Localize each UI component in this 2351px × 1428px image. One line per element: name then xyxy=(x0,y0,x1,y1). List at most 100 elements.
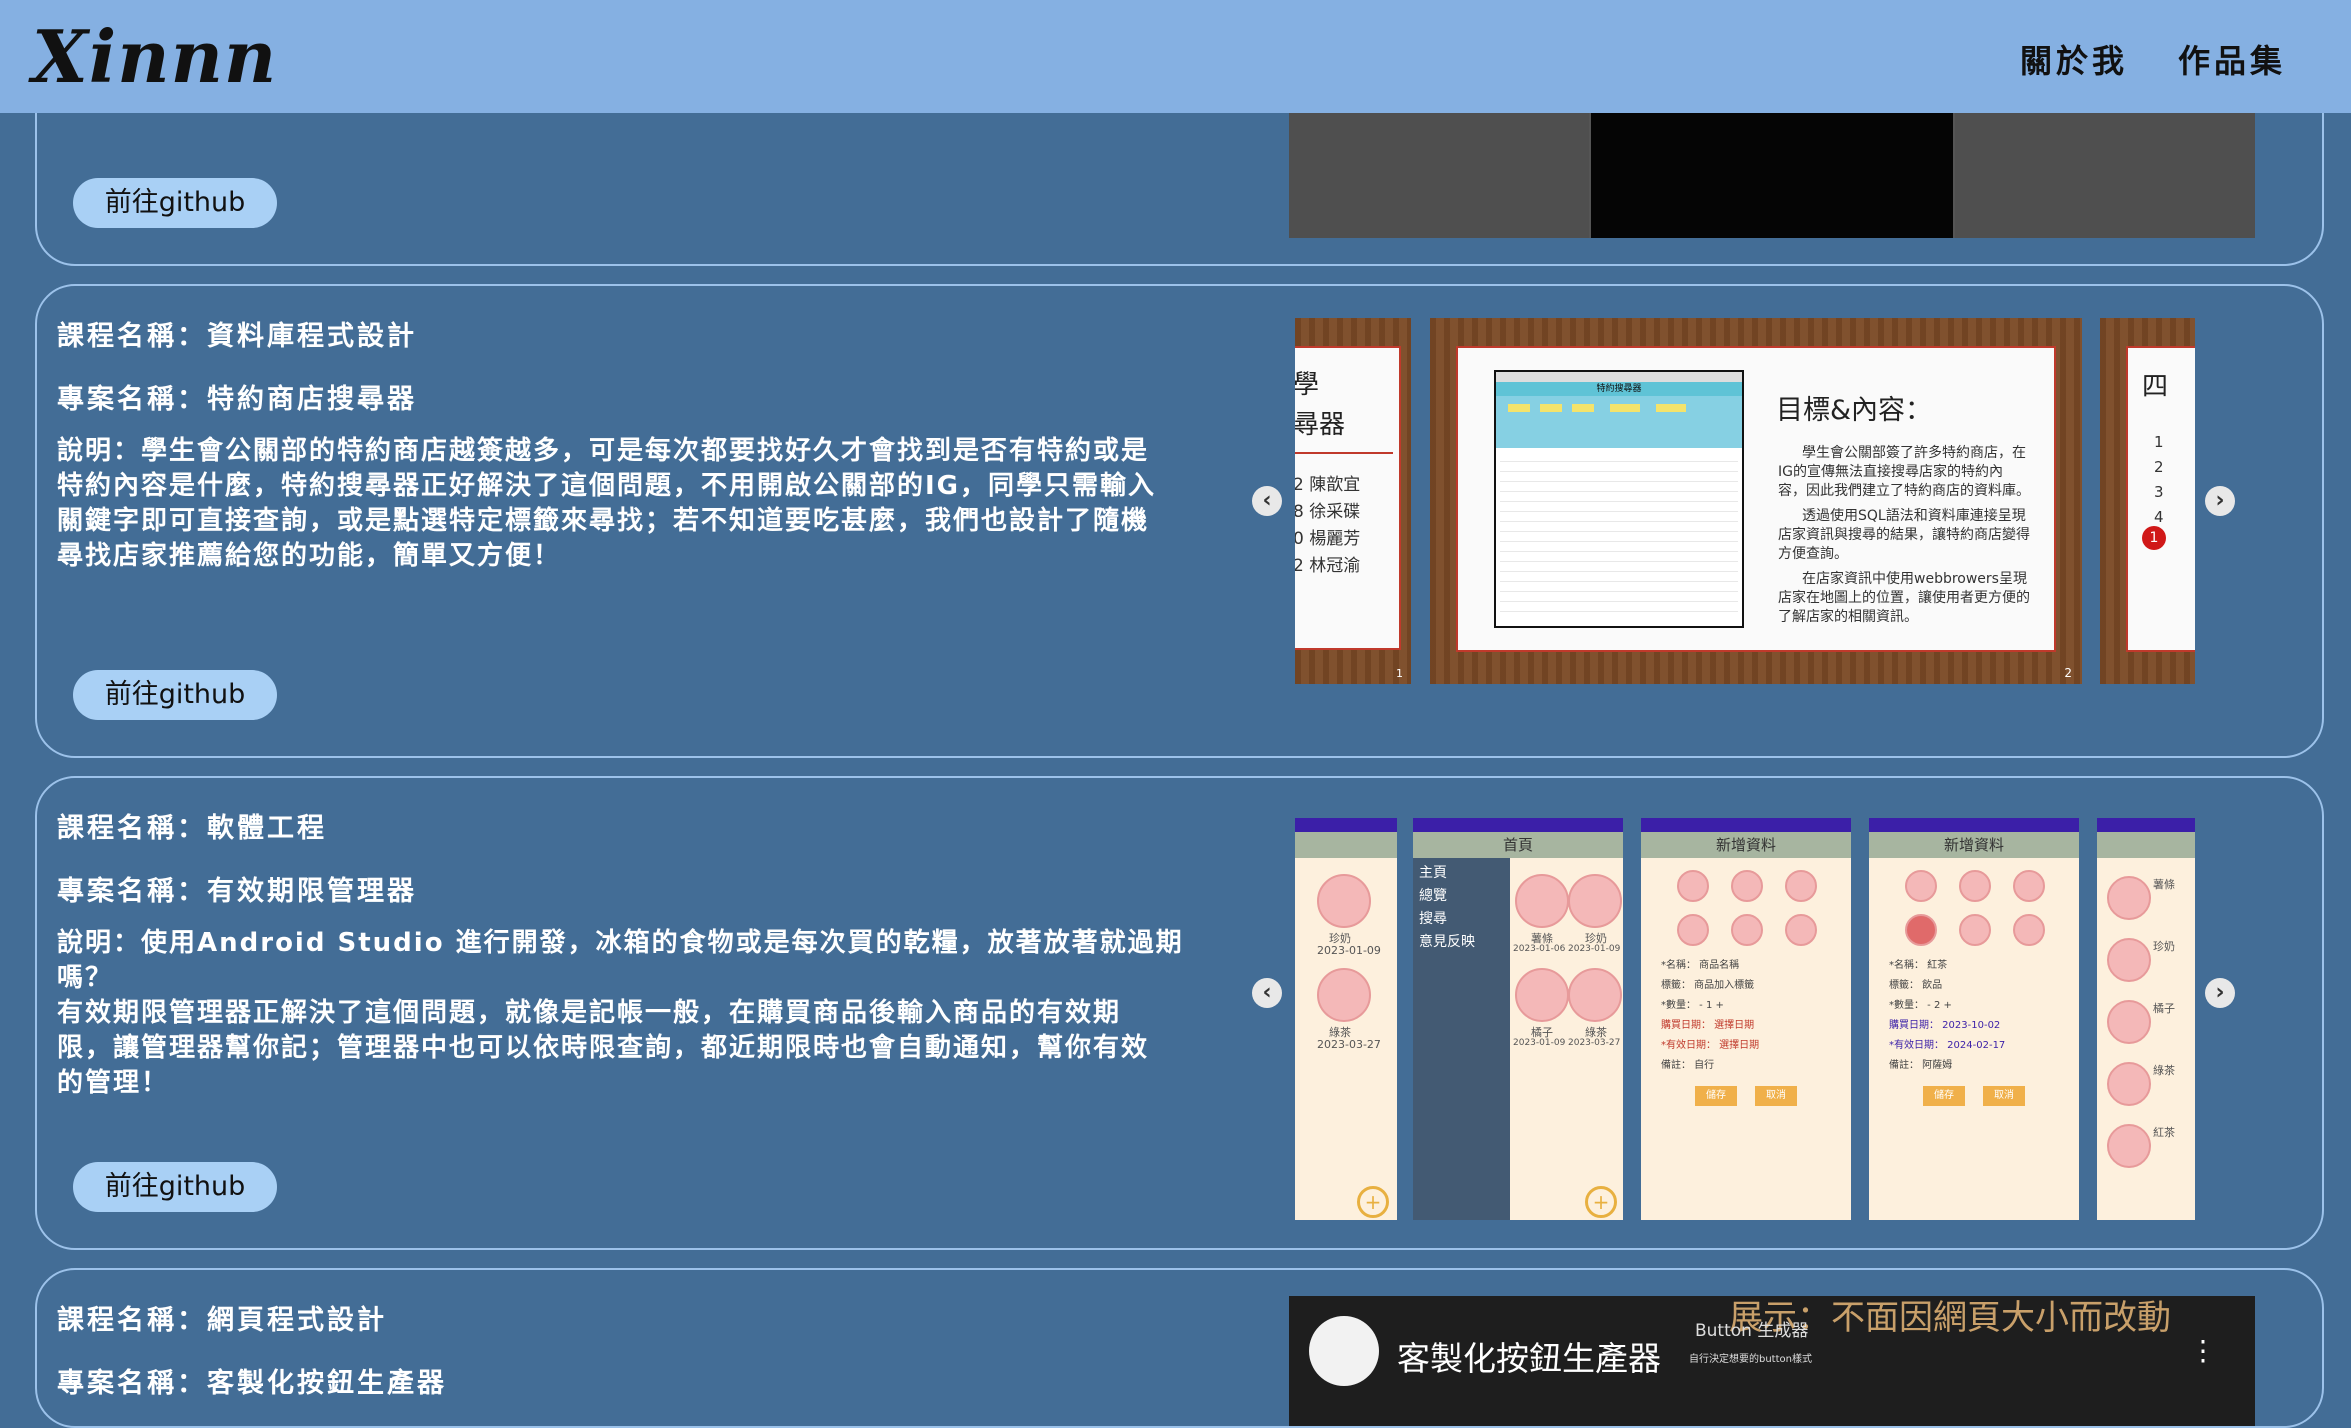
github-button[interactable]: 前往github xyxy=(73,1162,277,1212)
category-icon xyxy=(1785,870,1817,902)
form-field[interactable]: 備註： 阿薩姆 xyxy=(1889,1056,2005,1076)
course-name: 課程名稱：軟體工程 xyxy=(57,813,327,844)
slide-list-item: 1 xyxy=(2154,433,2164,451)
form-field[interactable]: *數量： - 2 + xyxy=(1889,996,2005,1016)
item-date: 2023-01-09 xyxy=(1513,1038,1566,1048)
navbar: Xinnn 關於我 作品集 xyxy=(0,0,2351,113)
food-icon xyxy=(2107,876,2151,920)
description-line: 限，讓管理器幫你記；管理器中也可以依時限查詢，都近期限時也會自動通知，幫你有效 xyxy=(57,1033,1150,1063)
drawer-item: 搜尋 xyxy=(1419,911,1447,927)
slide-paragraph: 學生會公關部簽了許多特約商店，在IG的宣傳無法直接搜尋店家的特約內容，因此我們建… xyxy=(1778,445,2030,499)
project-description: 說明：學生會公關部的特約商店越簽越多，可是每次都要找好久才會找到是否有特約或是 … xyxy=(57,434,1207,574)
food-icon xyxy=(1515,874,1569,928)
project-name: 專案名稱：特約商店搜尋器 xyxy=(57,384,417,415)
course-name: 課程名稱：資料庫程式設計 xyxy=(57,321,417,352)
carousel-next-button[interactable]: › xyxy=(2205,978,2235,1008)
category-icon xyxy=(1677,914,1709,946)
phone-app-bar xyxy=(1295,832,1397,858)
slide-1: 學 尋器 2 陳歆宜 8 徐采碟 0 楊麗芳 2 林冠渝 1 xyxy=(1295,318,1411,684)
item-date: 2023-01-06 xyxy=(1513,944,1566,954)
slide-divider xyxy=(1295,452,1393,454)
description-line: 特約內容是什麼，特約搜尋器正好解決了這個問題，不用開啟公關部的IG，同學只需輸入 xyxy=(57,471,1157,501)
form-fields: *名稱： 紅茶 標籤： 飲品 *數量： - 2 + 購買日期： 2023-10-… xyxy=(1889,956,2005,1076)
drawer-item: 總覽 xyxy=(1419,888,1447,904)
carousel-prev-button[interactable]: ‹ xyxy=(1252,486,1282,516)
cancel-button[interactable]: 取消 xyxy=(1983,1086,2025,1106)
food-icon xyxy=(1568,968,1622,1022)
slide-heading: 目標&內容： xyxy=(1776,395,1933,426)
slide-carousel: 學 尋器 2 陳歆宜 8 徐采碟 0 楊麗芳 2 林冠渝 1 特約搜尋器 目標&… xyxy=(1295,318,2195,688)
add-icon: + xyxy=(1357,1186,1389,1218)
category-icon xyxy=(1731,914,1763,946)
slide-list-item: 2 xyxy=(2154,458,2164,476)
project-video[interactable]: 展示：不面因網頁大小而改動 客製化按鈕生產器 Button 生成器 自行決定想要… xyxy=(1289,1296,2255,1426)
channel-avatar[interactable] xyxy=(1309,1316,1379,1386)
slide-number: 1 xyxy=(1396,667,1403,680)
food-icon xyxy=(1317,968,1371,1022)
nav-portfolio[interactable]: 作品集 xyxy=(2178,36,2286,82)
slide-paragraph: 在店家資訊中使用webbrowers呈現店家在地圖上的位置，讓使用者更方便的了解… xyxy=(1778,571,2030,625)
phone-app-bar: 新增資料 xyxy=(1641,832,1851,858)
food-icon xyxy=(1568,874,1622,928)
slide-paper: 特約搜尋器 目標&內容： 學生會公關部簽了許多特約商店，在IG的宣傳無法直接搜尋… xyxy=(1456,346,2056,652)
github-button[interactable]: 前往github xyxy=(73,178,277,228)
food-icon xyxy=(2107,1000,2151,1044)
description-line: 的管理！ xyxy=(57,1068,170,1098)
site-logo[interactable]: Xinnn xyxy=(32,14,277,99)
phone-screen-1: 珍奶 2023-01-09 綠茶 2023-03-27 + xyxy=(1295,818,1397,1220)
app-list xyxy=(1496,448,1742,616)
description-line: 關鍵字即可直接查詢，或是點選特定標籤來尋找；若不知道要吃甚麼，我們也設計了隨機 xyxy=(57,506,1150,536)
category-icon xyxy=(1677,870,1709,902)
save-button[interactable]: 儲存 xyxy=(1923,1086,1965,1106)
drawer-item: 主頁 xyxy=(1419,865,1447,881)
category-icon xyxy=(1905,870,1937,902)
form-field[interactable]: 標籤： 飲品 xyxy=(1889,976,2005,996)
form-field[interactable]: 備註： 自行 xyxy=(1661,1056,1759,1076)
more-options-icon[interactable]: ⋮ xyxy=(2189,1334,2217,1367)
form-field[interactable]: 購買日期： 選擇日期 xyxy=(1661,1016,1759,1036)
food-icon xyxy=(2107,1124,2151,1168)
app-tag xyxy=(1572,404,1594,412)
form-field[interactable]: 標籤： 商品加入標籤 xyxy=(1661,976,1759,996)
project-name: 專案名稱：客製化按鈕生產器 xyxy=(57,1368,447,1399)
form-field[interactable]: *有效日期： 2024-02-17 xyxy=(1889,1036,2005,1056)
form-field[interactable]: 購買日期： 2023-10-02 xyxy=(1889,1016,2005,1036)
cancel-button[interactable]: 取消 xyxy=(1755,1086,1797,1106)
add-icon: + xyxy=(1585,1186,1617,1218)
category-icon xyxy=(1959,870,1991,902)
app-filter-panel xyxy=(1496,396,1742,448)
slide-name: 2 林冠渝 xyxy=(1295,556,1361,576)
slide-title: 學 xyxy=(1295,370,1320,400)
course-name: 課程名稱：網頁程式設計 xyxy=(57,1305,387,1336)
slide-paper: 學 尋器 2 陳歆宜 8 徐采碟 0 楊麗芳 2 林冠渝 xyxy=(1295,346,1401,650)
app-tag xyxy=(1508,404,1530,412)
food-icon xyxy=(1317,874,1371,928)
slide-name: 0 楊麗芳 xyxy=(1295,529,1361,549)
form-field[interactable]: *數量： - 1 + xyxy=(1661,996,1759,1016)
github-button[interactable]: 前往github xyxy=(73,670,277,720)
category-icon xyxy=(2013,914,2045,946)
save-button[interactable]: 儲存 xyxy=(1695,1086,1737,1106)
category-icon xyxy=(1731,870,1763,902)
drawer-items: 主頁 總覽 搜尋 意見反映 xyxy=(1413,858,1510,958)
item-date: 2023-01-09 xyxy=(1568,944,1621,954)
phone-status-bar xyxy=(1413,818,1623,832)
carousel-next-button[interactable]: › xyxy=(2205,486,2235,516)
app-tag xyxy=(1540,404,1562,412)
form-field[interactable]: *有效日期： 選擇日期 xyxy=(1661,1036,1759,1056)
nav-about[interactable]: 關於我 xyxy=(2020,36,2128,82)
phone-screen-4: 新增資料 *名稱： 紅茶 標籤： 飲品 *數量： - 2 + 購買日期： 202… xyxy=(1869,818,2079,1220)
item-name: 橘子 xyxy=(2153,1002,2175,1015)
description-line: 有效期限管理器正解決了這個問題，就像是記帳一般，在購買商品後輸入商品的有效期 xyxy=(57,998,1122,1028)
video-title[interactable]: 客製化按鈕生產器 xyxy=(1397,1332,1661,1380)
slide-2: 特約搜尋器 目標&內容： 學生會公關部簽了許多特約商店，在IG的宣傳無法直接搜尋… xyxy=(1430,318,2082,684)
slide-3: 四 1 2 3 4 1 xyxy=(2100,318,2195,684)
form-field[interactable]: *名稱： 商品名稱 xyxy=(1661,956,1759,976)
app-titlebar xyxy=(1496,372,1742,382)
description-line: 說明：使用Android Studio 進行開發，冰箱的食物或是每次買的乾糧，放… xyxy=(57,928,1184,993)
carousel-prev-button[interactable]: ‹ xyxy=(1252,978,1282,1008)
form-field[interactable]: *名稱： 紅茶 xyxy=(1889,956,2005,976)
item-name: 薯條 xyxy=(2153,878,2175,891)
app-tag xyxy=(1610,404,1640,412)
description-line: 說明：學生會公關部的特約商店越簽越多，可是每次都要找好久才會找到是否有特約或是 xyxy=(57,436,1150,466)
